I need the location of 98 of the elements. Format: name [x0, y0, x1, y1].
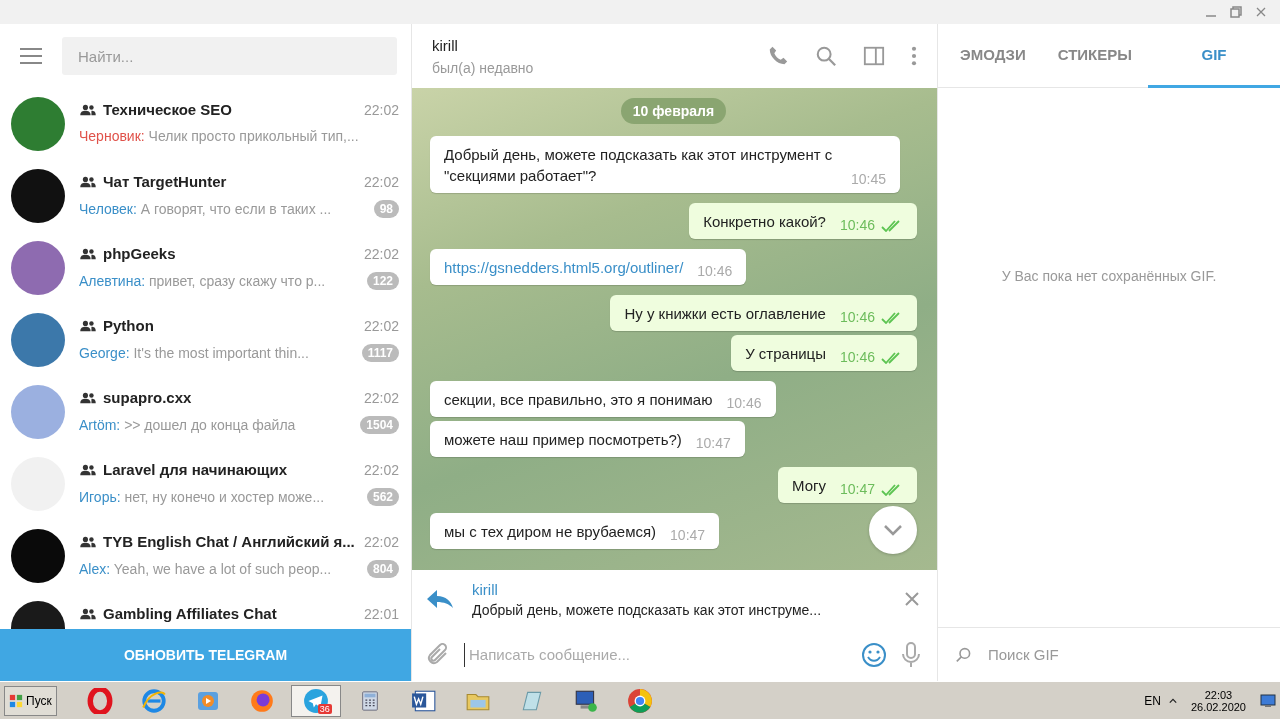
panel-tab[interactable]: GIF	[1147, 24, 1280, 88]
group-icon	[79, 607, 97, 620]
unread-count: 1117	[361, 344, 399, 362]
chat-time: 22:02	[363, 461, 399, 478]
message-preview: Artöm: >> дошел до конца файла	[79, 417, 297, 433]
message-text: мы с тех диром не врубаемся)	[444, 522, 657, 542]
close-icon[interactable]	[1256, 7, 1266, 17]
unread-count: 122	[366, 272, 399, 290]
chat-time: 22:02	[363, 101, 399, 118]
message-preview: Игорь: нет, ну конечо и хостер може...	[79, 489, 326, 505]
group-icon	[79, 103, 97, 116]
unread-count: 804	[366, 560, 399, 578]
chat-title[interactable]: phpGeeks	[103, 245, 358, 262]
close-icon[interactable]	[905, 592, 919, 606]
clock-date: 26.02.2020	[1190, 700, 1246, 713]
chat-title[interactable]: Техническое SEO	[103, 101, 358, 118]
scroll-down-button[interactable]	[869, 506, 917, 554]
ring-icon	[86, 687, 113, 714]
message-time: 10:45	[850, 170, 886, 189]
group-icon	[79, 319, 97, 332]
date-label: 10 февраля	[620, 98, 727, 124]
e-globe-icon	[140, 687, 167, 714]
contact-status: был(а) недавно	[432, 59, 535, 76]
panel-tab[interactable]: ЭМОДЗИ	[944, 24, 1042, 88]
reply-text: Добрый день, можете подсказать как этот инструме...	[472, 601, 823, 618]
message-preview: Черновик: Челик просто прикольный тип,...	[79, 128, 360, 144]
message-link[interactable]: https://gsnedders.html5.org/outliner/	[444, 257, 684, 278]
panel-tab[interactable]: СТИКЕРЫ	[1041, 24, 1148, 88]
chat-time: 22:02	[363, 245, 399, 262]
chat-time: 22:02	[363, 317, 399, 334]
globe-icon	[248, 687, 275, 714]
message-time: 10:47	[695, 434, 731, 453]
search-icon	[956, 646, 972, 663]
chevron-down-icon	[883, 524, 903, 536]
chat-time: 22:02	[363, 173, 399, 190]
clock-time: 22:03	[1204, 688, 1233, 701]
message-time: 10:46	[697, 262, 733, 281]
menu-icon[interactable]	[20, 48, 42, 64]
group-icon	[79, 175, 97, 188]
chat-time: 22:02	[363, 533, 399, 550]
message-text: Могу	[791, 476, 826, 496]
restore-icon[interactable]	[1230, 6, 1242, 18]
message-text: Ну у книжки есть оглавление	[624, 304, 826, 324]
language-indicator[interactable]: EN	[1144, 693, 1161, 708]
group-icon	[79, 391, 97, 404]
group-icon	[79, 535, 97, 548]
chevron-up-icon[interactable]	[1168, 696, 1177, 705]
double-check-icon	[881, 311, 903, 324]
message-preview: Alex: Yeah, we have a lot of such peop...	[79, 561, 333, 577]
start-button[interactable]: Пуск	[4, 685, 57, 716]
chat-title[interactable]: supapro.cxx	[103, 389, 358, 406]
taskbar-button[interactable]: 36	[290, 684, 341, 717]
notification-badge: 36	[317, 703, 332, 714]
double-check-icon	[881, 219, 903, 232]
microphone-icon[interactable]	[901, 641, 921, 668]
message-time: 10:47	[839, 480, 875, 499]
message-text: можете наш пример посмотреть?)	[444, 430, 682, 450]
message-time: 10:46	[726, 394, 762, 413]
message-time: 10:47	[670, 526, 706, 545]
message-time: 10:46	[839, 308, 875, 327]
message-text: секции, все правильно, это я понимаю	[444, 390, 713, 410]
message-text: Добрый день, можете подсказать как этот инструмент с "секциями работает"?	[444, 145, 834, 186]
chat-title[interactable]: Python	[103, 317, 358, 334]
message-text: У страницы	[745, 344, 826, 364]
message-time: 10:46	[839, 348, 875, 367]
unread-count: 1504	[360, 416, 399, 434]
empty-message: У Вас пока нет сохранённых GIF.	[1001, 268, 1217, 286]
desktop-icon[interactable]	[1260, 693, 1276, 708]
unread-count: 98	[373, 200, 399, 218]
windows-logo-icon	[9, 693, 23, 708]
group-icon	[79, 247, 97, 260]
phone-icon[interactable]	[767, 45, 789, 67]
message-text: Конкретно какой?	[703, 212, 826, 232]
wheel-icon	[626, 687, 653, 714]
chat-title[interactable]: Чат TargetHunter	[103, 173, 358, 190]
message-time: 10:46	[839, 216, 875, 235]
chat-title[interactable]: TYB English Chat / Английский я...	[103, 533, 358, 550]
message-preview: George: It's the most important thin...	[79, 345, 310, 361]
chat-title[interactable]: Gambling Affiliates Chat	[103, 605, 358, 622]
unread-count: 562	[366, 488, 399, 506]
chat-time: 22:02	[363, 389, 399, 406]
chat-title[interactable]: Laravel для начинающих	[103, 461, 358, 478]
search-icon[interactable]	[815, 45, 837, 67]
reply-author: kirill	[472, 580, 499, 598]
double-check-icon	[881, 483, 903, 496]
sidebar-toggle-icon[interactable]	[863, 45, 885, 67]
paperclip-icon[interactable]	[426, 642, 450, 667]
more-icon[interactable]	[911, 46, 917, 66]
double-check-icon	[881, 351, 903, 364]
contact-name: kirill	[432, 36, 459, 54]
group-icon	[79, 463, 97, 476]
paper-plane-icon	[302, 687, 329, 714]
reply-arrow-icon	[426, 589, 454, 609]
message-preview: Алевтина: привет, сразу скажу что р...	[79, 273, 327, 289]
search-field[interactable]: Найти...	[62, 37, 397, 75]
message-preview: Человек: А говорят, что если в таких ...	[79, 201, 333, 217]
smiley-icon[interactable]	[861, 641, 887, 668]
chat-time: 22:01	[363, 605, 399, 622]
